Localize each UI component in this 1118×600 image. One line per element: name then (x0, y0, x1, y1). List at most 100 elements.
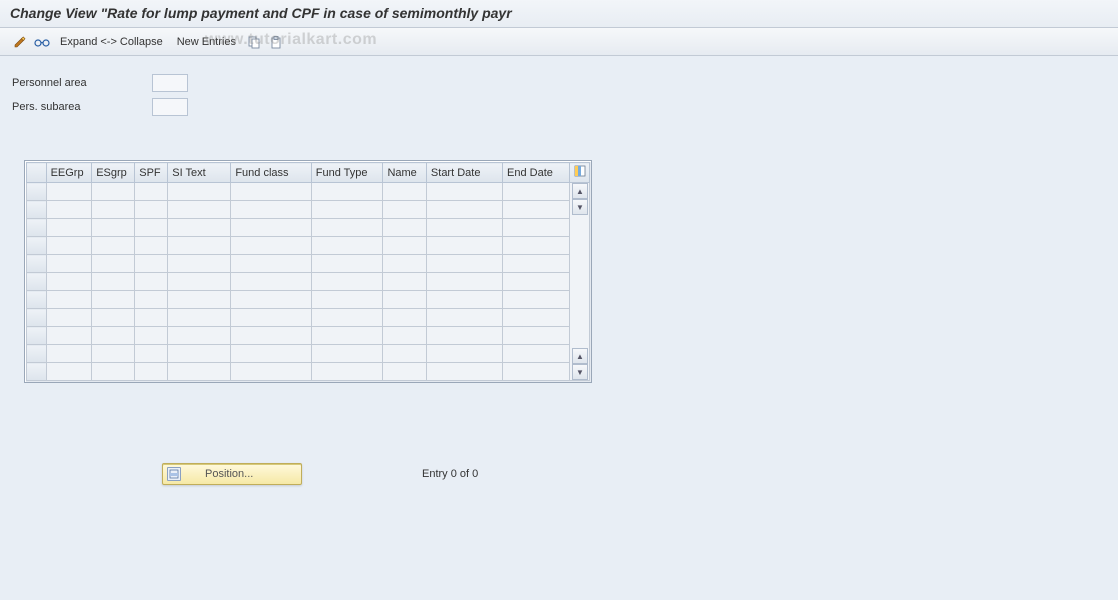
cell[interactable] (383, 273, 426, 291)
table-row[interactable] (27, 255, 590, 273)
cell[interactable] (383, 309, 426, 327)
cell[interactable] (426, 363, 502, 381)
col-spf[interactable]: SPF (135, 163, 168, 183)
table-row[interactable]: ▲▼▲▼ (27, 183, 590, 201)
cell[interactable] (426, 183, 502, 201)
cell[interactable] (168, 309, 231, 327)
cell[interactable] (426, 201, 502, 219)
cell[interactable] (311, 309, 383, 327)
cell[interactable] (135, 183, 168, 201)
cell[interactable] (383, 363, 426, 381)
cell[interactable] (231, 327, 311, 345)
cell[interactable] (503, 363, 570, 381)
table-row[interactable] (27, 327, 590, 345)
row-selector[interactable] (27, 201, 47, 219)
cell[interactable] (135, 273, 168, 291)
cell[interactable] (92, 273, 135, 291)
cell[interactable] (92, 291, 135, 309)
cell[interactable] (135, 291, 168, 309)
toggle-edit-icon[interactable] (12, 34, 28, 50)
cell[interactable] (231, 183, 311, 201)
cell[interactable] (231, 201, 311, 219)
cell[interactable] (92, 327, 135, 345)
table-row[interactable] (27, 309, 590, 327)
cell[interactable] (168, 255, 231, 273)
cell[interactable] (426, 327, 502, 345)
expand-collapse-button[interactable]: Expand <-> Collapse (56, 36, 167, 48)
cell[interactable] (383, 327, 426, 345)
cell[interactable] (168, 219, 231, 237)
cell[interactable] (46, 255, 92, 273)
cell[interactable] (503, 255, 570, 273)
table-row[interactable] (27, 345, 590, 363)
scroll-down-top-button[interactable]: ▼ (572, 199, 588, 215)
col-eegrp[interactable]: EEGrp (46, 163, 92, 183)
col-sitext[interactable]: SI Text (168, 163, 231, 183)
cell[interactable] (503, 237, 570, 255)
cell[interactable] (46, 183, 92, 201)
cell[interactable] (135, 237, 168, 255)
cell[interactable] (231, 345, 311, 363)
cell[interactable] (503, 201, 570, 219)
cell[interactable] (92, 309, 135, 327)
cell[interactable] (311, 273, 383, 291)
position-button[interactable]: Position... (162, 463, 302, 485)
cell[interactable] (503, 183, 570, 201)
cell[interactable] (135, 219, 168, 237)
table-row[interactable] (27, 219, 590, 237)
cell[interactable] (503, 327, 570, 345)
cell[interactable] (92, 255, 135, 273)
cell[interactable] (503, 273, 570, 291)
cell[interactable] (426, 345, 502, 363)
cell[interactable] (168, 237, 231, 255)
table-row[interactable] (27, 363, 590, 381)
cell[interactable] (311, 237, 383, 255)
table-corner[interactable] (27, 163, 47, 183)
scroll-up-bottom-button[interactable]: ▲ (572, 348, 588, 364)
cell[interactable] (231, 255, 311, 273)
cell[interactable] (503, 291, 570, 309)
cell[interactable] (168, 273, 231, 291)
cell[interactable] (426, 237, 502, 255)
cell[interactable] (168, 327, 231, 345)
table-config-button[interactable] (570, 163, 590, 183)
cell[interactable] (92, 237, 135, 255)
row-selector[interactable] (27, 345, 47, 363)
cell[interactable] (46, 291, 92, 309)
cell[interactable] (135, 363, 168, 381)
col-fundclass[interactable]: Fund class (231, 163, 311, 183)
new-entries-button[interactable]: New Entries (173, 36, 240, 48)
scroll-up-button[interactable]: ▲ (572, 183, 588, 199)
row-selector[interactable] (27, 219, 47, 237)
cell[interactable] (46, 309, 92, 327)
cell[interactable] (168, 345, 231, 363)
cell[interactable] (311, 291, 383, 309)
cell[interactable] (231, 309, 311, 327)
row-selector[interactable] (27, 237, 47, 255)
cell[interactable] (46, 219, 92, 237)
cell[interactable] (503, 345, 570, 363)
cell[interactable] (383, 237, 426, 255)
vertical-scrollbar[interactable]: ▲▼▲▼ (572, 183, 588, 380)
cell[interactable] (503, 309, 570, 327)
paste-icon[interactable] (268, 34, 284, 50)
table-row[interactable] (27, 237, 590, 255)
table-row[interactable] (27, 273, 590, 291)
cell[interactable] (311, 219, 383, 237)
cell[interactable] (231, 273, 311, 291)
cell[interactable] (135, 201, 168, 219)
row-selector[interactable] (27, 255, 47, 273)
cell[interactable] (311, 363, 383, 381)
cell[interactable] (426, 273, 502, 291)
cell[interactable] (46, 345, 92, 363)
cell[interactable] (311, 201, 383, 219)
cell[interactable] (92, 219, 135, 237)
cell[interactable] (426, 291, 502, 309)
cell[interactable] (503, 219, 570, 237)
cell[interactable] (383, 219, 426, 237)
cell[interactable] (92, 201, 135, 219)
copy-icon[interactable] (246, 34, 262, 50)
cell[interactable] (426, 219, 502, 237)
row-selector[interactable] (27, 273, 47, 291)
cell[interactable] (383, 201, 426, 219)
